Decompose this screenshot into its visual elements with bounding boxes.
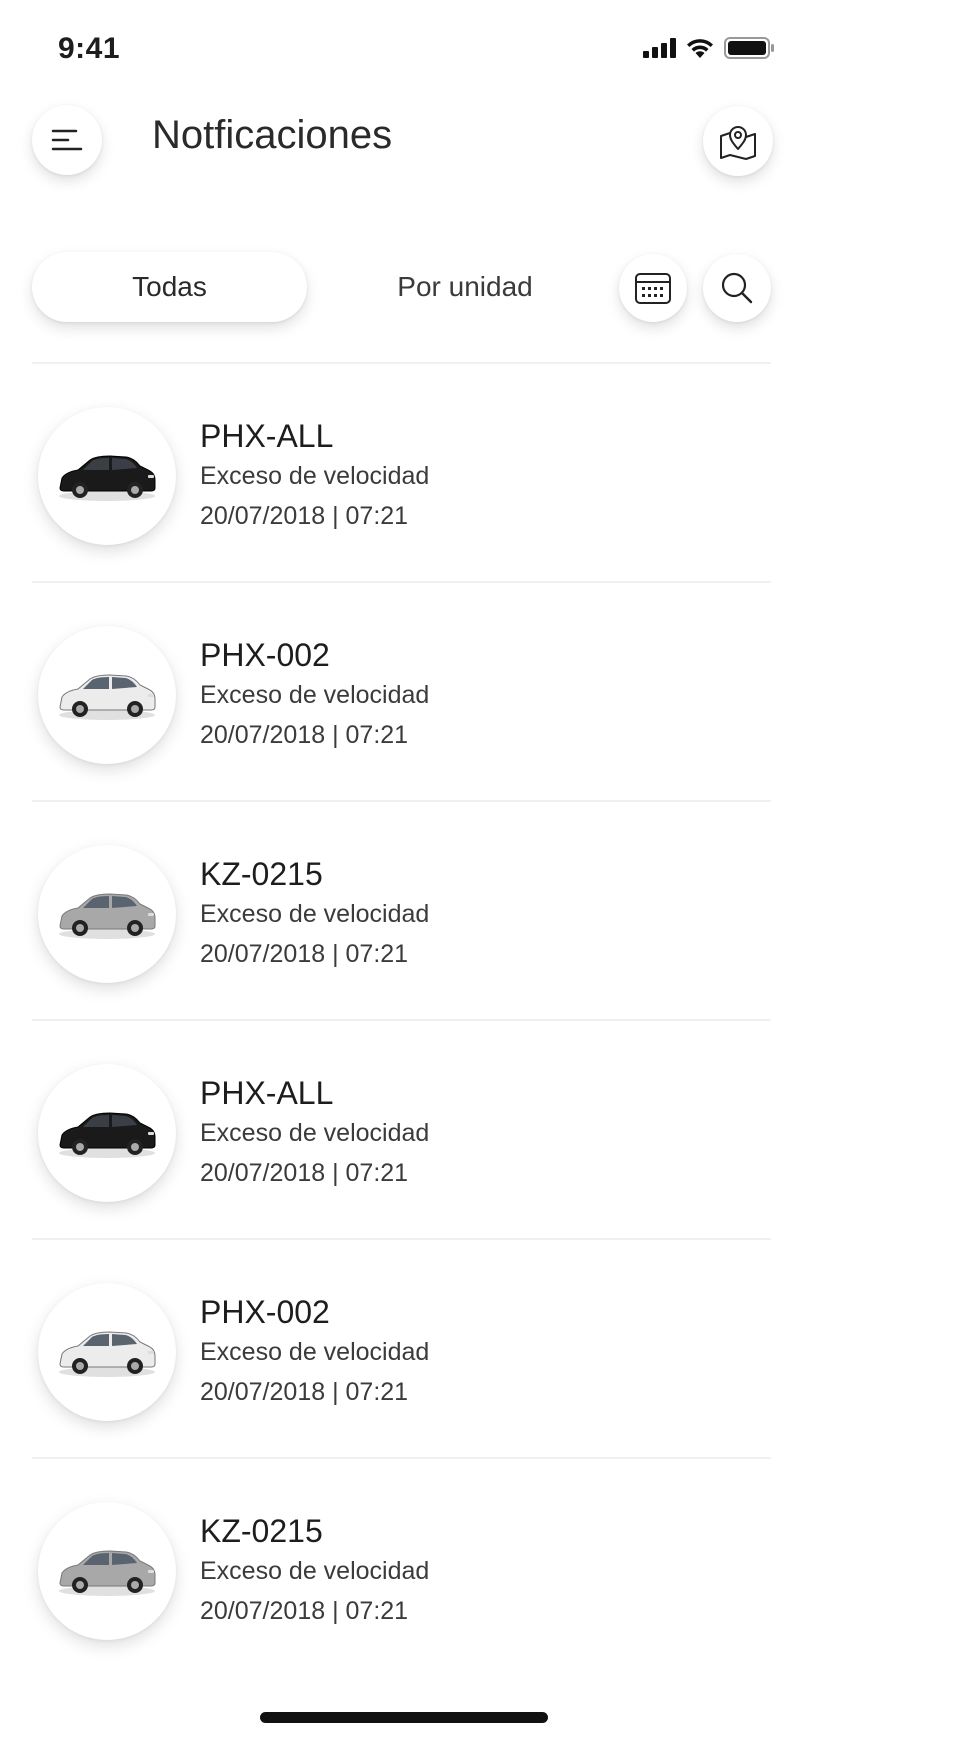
- notification-item[interactable]: PHX-ALL Exceso de velocidad 20/07/2018 |…: [32, 1021, 771, 1238]
- battery-icon: [724, 36, 776, 60]
- alert-datetime: 20/07/2018 | 07:21: [200, 721, 409, 749]
- unit-name: PHX-ALL: [200, 1075, 334, 1111]
- car-icon: [59, 1550, 156, 1596]
- car-icon: [59, 1112, 156, 1158]
- alert-type: Exceso de velocidad: [200, 900, 430, 928]
- home-indicator: [260, 1712, 548, 1723]
- calendar-icon: [635, 273, 671, 304]
- notification-list: PHX-ALL Exceso de velocidad 20/07/2018 |…: [32, 362, 771, 1676]
- vehicle-avatar: [38, 845, 176, 983]
- status-icons: [643, 36, 776, 60]
- page-title: Notficaciones: [152, 113, 393, 157]
- unit-name: PHX-002: [200, 637, 330, 673]
- car-icon: [59, 455, 156, 501]
- map-button[interactable]: [703, 106, 773, 176]
- vehicle-avatar: [38, 1064, 176, 1202]
- search-button[interactable]: [703, 254, 771, 322]
- notification-item[interactable]: PHX-ALL Exceso de velocidad 20/07/2018 |…: [32, 364, 771, 581]
- alert-type: Exceso de velocidad: [200, 1557, 430, 1585]
- vehicle-avatar: [38, 1502, 176, 1640]
- car-icon: [59, 674, 156, 720]
- notification-item[interactable]: KZ-0215 Exceso de velocidad 20/07/2018 |…: [32, 802, 771, 1019]
- vehicle-avatar: [38, 626, 176, 764]
- map-pin-icon: [720, 126, 756, 160]
- unit-name: KZ-0215: [200, 856, 323, 892]
- calendar-button[interactable]: [619, 254, 687, 322]
- alert-type: Exceso de velocidad: [200, 462, 430, 490]
- menu-icon: [51, 129, 83, 151]
- car-icon: [59, 1331, 156, 1377]
- notification-item[interactable]: PHX-002 Exceso de velocidad 20/07/2018 |…: [32, 583, 771, 800]
- notification-item[interactable]: KZ-0215 Exceso de velocidad 20/07/2018 |…: [32, 1459, 771, 1676]
- alert-datetime: 20/07/2018 | 07:21: [200, 502, 409, 530]
- signal-icon: [643, 38, 676, 58]
- tab-todas[interactable]: Todas: [32, 252, 307, 322]
- unit-name: KZ-0215: [200, 1513, 323, 1549]
- status-time: 9:41: [58, 32, 121, 65]
- alert-datetime: 20/07/2018 | 07:21: [200, 1159, 409, 1187]
- alert-datetime: 20/07/2018 | 07:21: [200, 1378, 409, 1406]
- tab-por-unidad[interactable]: Por unidad: [340, 252, 590, 322]
- menu-button[interactable]: [32, 105, 102, 175]
- alert-type: Exceso de velocidad: [200, 681, 430, 709]
- car-icon: [59, 893, 156, 939]
- alert-type: Exceso de velocidad: [200, 1338, 430, 1366]
- status-bar: 9:41: [0, 0, 776, 100]
- search-icon: [721, 272, 753, 304]
- unit-name: PHX-ALL: [200, 418, 334, 454]
- alert-datetime: 20/07/2018 | 07:21: [200, 1597, 409, 1625]
- notifications-screen: 9:41 Notficaciones Todas Por unidad PHX-…: [0, 0, 776, 1748]
- alert-type: Exceso de velocidad: [200, 1119, 430, 1147]
- notification-item[interactable]: PHX-002 Exceso de velocidad 20/07/2018 |…: [32, 1240, 771, 1457]
- vehicle-avatar: [38, 1283, 176, 1421]
- alert-datetime: 20/07/2018 | 07:21: [200, 940, 409, 968]
- unit-name: PHX-002: [200, 1294, 330, 1330]
- vehicle-avatar: [38, 407, 176, 545]
- wifi-icon: [686, 37, 714, 59]
